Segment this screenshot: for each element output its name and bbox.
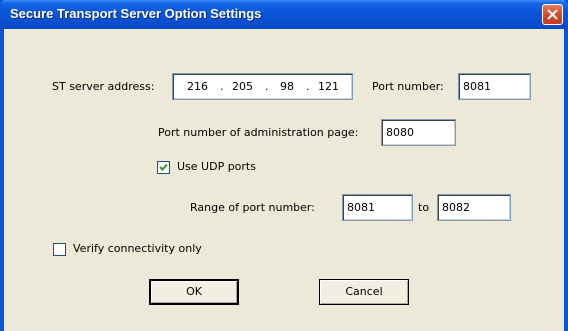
server-address-label: ST server address: [52,80,155,93]
cancel-button[interactable]: Cancel [319,279,409,305]
ok-button[interactable]: OK [149,279,239,305]
window-title: Secure Transport Server Option Settings [10,6,262,21]
checkmark-icon [159,163,168,171]
use-udp-label[interactable]: Use UDP ports [177,160,256,174]
title-bar[interactable]: Secure Transport Server Option Settings [0,0,568,29]
ip-address-field[interactable]: 216 . 205 . 98 . 121 [172,73,353,100]
port-range-label: Range of port number: [190,201,315,214]
ip-dot: . [220,80,224,93]
use-udp-checkbox[interactable] [157,161,170,174]
admin-port-input[interactable] [381,119,456,146]
port-number-input[interactable] [458,73,531,100]
range-from-input[interactable] [342,194,413,221]
close-icon [547,9,558,20]
port-number-label: Port number: [372,80,444,93]
close-button[interactable] [542,4,563,25]
verify-connectivity-checkbox[interactable] [53,243,66,256]
ip-octet-1[interactable]: 216 [187,80,208,93]
ip-octet-2[interactable]: 205 [232,80,253,93]
ip-octet-4[interactable]: 121 [318,80,339,93]
range-to-input[interactable] [437,194,511,221]
ip-dot: . [306,80,310,93]
ip-dot: . [265,80,269,93]
dialog-window: Secure Transport Server Option Settings … [0,0,568,331]
admin-port-label: Port number of administration page: [158,126,359,139]
ip-octet-3[interactable]: 98 [280,80,294,93]
range-to-label: to [418,201,430,214]
verify-connectivity-label[interactable]: Verify connectivity only [73,242,202,256]
